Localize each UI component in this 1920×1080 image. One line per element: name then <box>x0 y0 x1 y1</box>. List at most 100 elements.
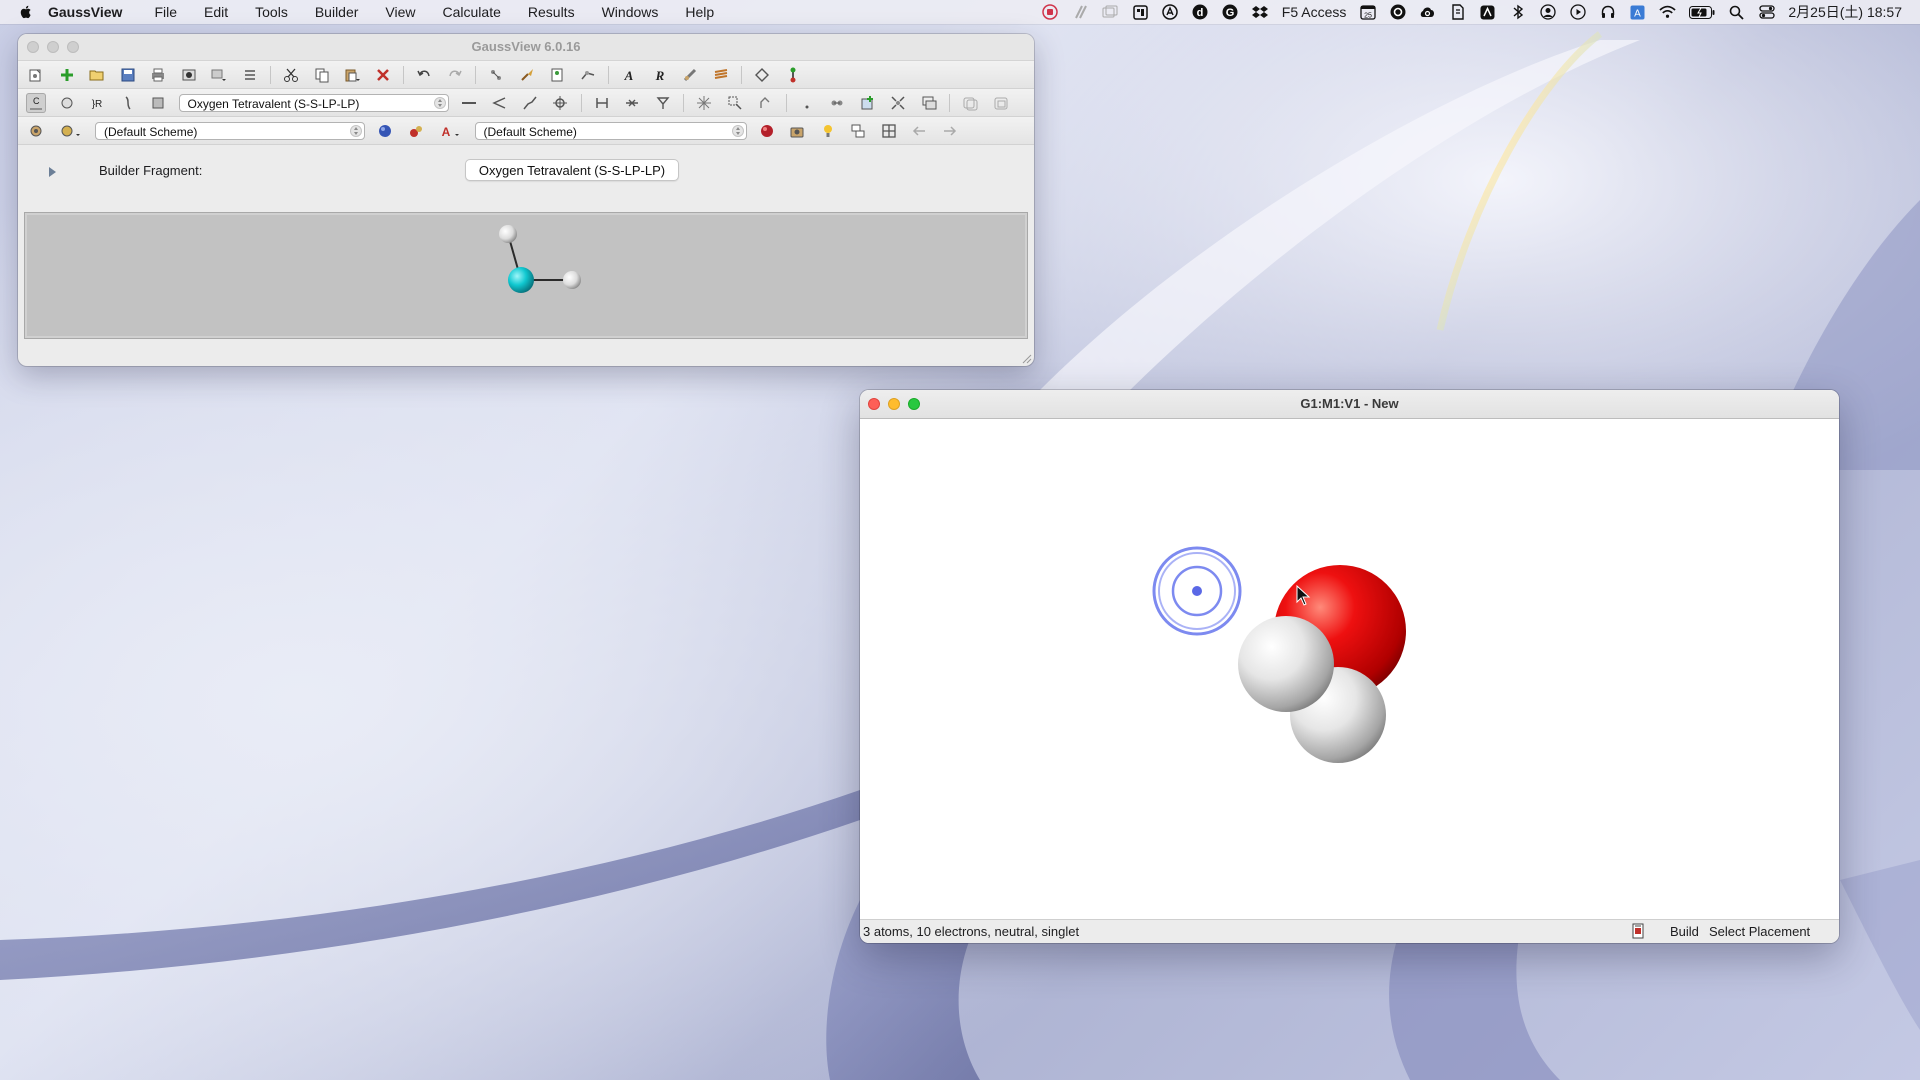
text-color-dropdown-icon[interactable]: A <box>436 121 464 141</box>
dot-icon[interactable] <box>797 93 817 113</box>
wifi-icon[interactable] <box>1659 5 1677 20</box>
print-icon[interactable] <box>148 65 168 85</box>
copy-view-icon[interactable] <box>960 93 980 113</box>
camera-icon[interactable] <box>787 121 807 141</box>
connection-icon[interactable] <box>578 65 598 85</box>
menu-file[interactable]: File <box>154 4 177 20</box>
delete-icon[interactable] <box>373 65 393 85</box>
list-icon[interactable] <box>240 65 260 85</box>
molecule-color-icon[interactable] <box>406 121 426 141</box>
mirror-invert-icon[interactable] <box>653 93 673 113</box>
a-circle-icon[interactable] <box>1162 4 1179 20</box>
cut-icon[interactable] <box>281 65 301 85</box>
inquire-icon[interactable] <box>550 93 570 113</box>
red-ball-icon[interactable] <box>757 121 777 141</box>
b-app-icon[interactable] <box>1449 4 1466 20</box>
screen-record-icon[interactable] <box>1042 4 1059 20</box>
display-settings-icon[interactable] <box>26 121 46 141</box>
open-folder-icon[interactable] <box>87 65 107 85</box>
undo-icon[interactable] <box>414 65 434 85</box>
rebond-icon[interactable] <box>694 93 714 113</box>
delete-atom-icon[interactable] <box>622 93 642 113</box>
a-square-icon[interactable] <box>1479 5 1496 20</box>
atom-selection-icon[interactable] <box>827 93 847 113</box>
document-status-icon[interactable] <box>1630 923 1646 939</box>
select-region-icon[interactable] <box>725 93 745 113</box>
light-icon[interactable] <box>818 121 838 141</box>
forward-arrow-icon[interactable] <box>940 121 960 141</box>
save-image-icon[interactable] <box>179 65 199 85</box>
molecule-window-titlebar[interactable]: G1:M1:V1 - New <box>860 390 1839 419</box>
new-molecule-group-button[interactable] <box>26 65 46 85</box>
target-ring-icon[interactable] <box>1152 546 1242 636</box>
grid-icon[interactable] <box>879 121 899 141</box>
fragment-button[interactable]: Oxygen Tetravalent (S-S-LP-LP) <box>465 159 679 181</box>
dihedral-icon[interactable] <box>520 93 540 113</box>
layers-icon[interactable] <box>711 65 731 85</box>
surface-icon[interactable] <box>375 121 395 141</box>
play-circle-icon[interactable] <box>1569 4 1586 20</box>
apple-menu-icon[interactable] <box>18 4 34 20</box>
battery-icon[interactable] <box>1689 5 1715 20</box>
menu-view[interactable]: View <box>385 4 415 20</box>
disclosure-triangle-icon[interactable] <box>49 167 56 177</box>
chain-icon[interactable] <box>680 65 700 85</box>
bluetooth-icon[interactable] <box>1509 4 1526 20</box>
menu-results[interactable]: Results <box>528 4 575 20</box>
paste-view-icon[interactable] <box>991 93 1011 113</box>
biological-fragment-icon[interactable] <box>118 93 138 113</box>
menu-calculate[interactable]: Calculate <box>443 4 501 20</box>
bond-angle-icon[interactable] <box>489 93 509 113</box>
element-fragment-tool-icon[interactable]: C <box>26 92 46 113</box>
molecule-canvas[interactable] <box>860 419 1839 920</box>
clock[interactable]: 2月25日(土) 18:57 <box>1788 2 1902 22</box>
calendar-icon[interactable]: 25 <box>1359 4 1376 20</box>
label-r-icon[interactable]: R <box>650 65 670 85</box>
main-window-titlebar[interactable]: GaussView 6.0.16 <box>18 34 1034 61</box>
add-icon[interactable] <box>57 65 77 85</box>
menu-app-name[interactable]: GaussView <box>48 4 122 20</box>
f5-access-label[interactable]: F5 Access <box>1282 4 1347 20</box>
menu-edit[interactable]: Edit <box>204 4 228 20</box>
ring-fragment-icon[interactable] <box>57 93 77 113</box>
display-format-dropdown-icon[interactable] <box>209 65 229 85</box>
g-app-icon[interactable]: G <box>1222 4 1239 20</box>
add-valence-icon[interactable] <box>592 93 612 113</box>
menu-help[interactable]: Help <box>685 4 714 20</box>
headphones-icon[interactable] <box>1599 5 1616 20</box>
paste-dropdown-icon[interactable] <box>342 65 362 85</box>
stripes-icon[interactable] <box>1072 5 1089 20</box>
user-circle-icon[interactable] <box>1539 4 1556 20</box>
redo-icon[interactable] <box>445 65 465 85</box>
dropbox-icon[interactable] <box>1251 5 1269 20</box>
grid-app-icon[interactable] <box>1132 4 1149 20</box>
symmetry-icon[interactable] <box>486 65 506 85</box>
menu-windows[interactable]: Windows <box>602 4 659 20</box>
hydrogen-atom[interactable] <box>1238 616 1334 712</box>
save-icon[interactable] <box>118 65 138 85</box>
control-center-icon[interactable] <box>1758 5 1775 20</box>
cards-icon[interactable] <box>1102 5 1119 20</box>
label-a-icon[interactable]: A <box>619 65 639 85</box>
text-scheme-select[interactable]: (Default Scheme) <box>474 121 747 140</box>
resize-grip-icon[interactable] <box>1022 354 1032 364</box>
circle-o-icon[interactable] <box>1389 4 1406 20</box>
point-group-icon[interactable] <box>547 65 567 85</box>
r-group-icon[interactable]: }R <box>87 93 107 113</box>
atom-color-scheme-select[interactable]: (Default Scheme) <box>95 121 365 140</box>
search-icon[interactable] <box>1728 5 1745 20</box>
menu-builder[interactable]: Builder <box>315 4 359 20</box>
text-input-icon[interactable]: A <box>1629 5 1646 20</box>
stack-icon[interactable] <box>919 93 939 113</box>
expand-icon[interactable] <box>888 93 908 113</box>
bond-icon[interactable] <box>783 65 803 85</box>
fragment-select[interactable]: Oxygen Tetravalent (S-S-LP-LP) <box>178 93 449 112</box>
bond-length-icon[interactable] <box>459 93 479 113</box>
diamond-icon[interactable] <box>752 65 772 85</box>
d-app-icon[interactable]: d <box>1192 4 1209 20</box>
clean-icon[interactable] <box>517 65 537 85</box>
menu-tools[interactable]: Tools <box>255 4 288 20</box>
color-settings-dropdown-icon[interactable] <box>57 121 85 141</box>
copy-icon[interactable] <box>312 65 332 85</box>
add-to-group-icon[interactable] <box>858 93 878 113</box>
